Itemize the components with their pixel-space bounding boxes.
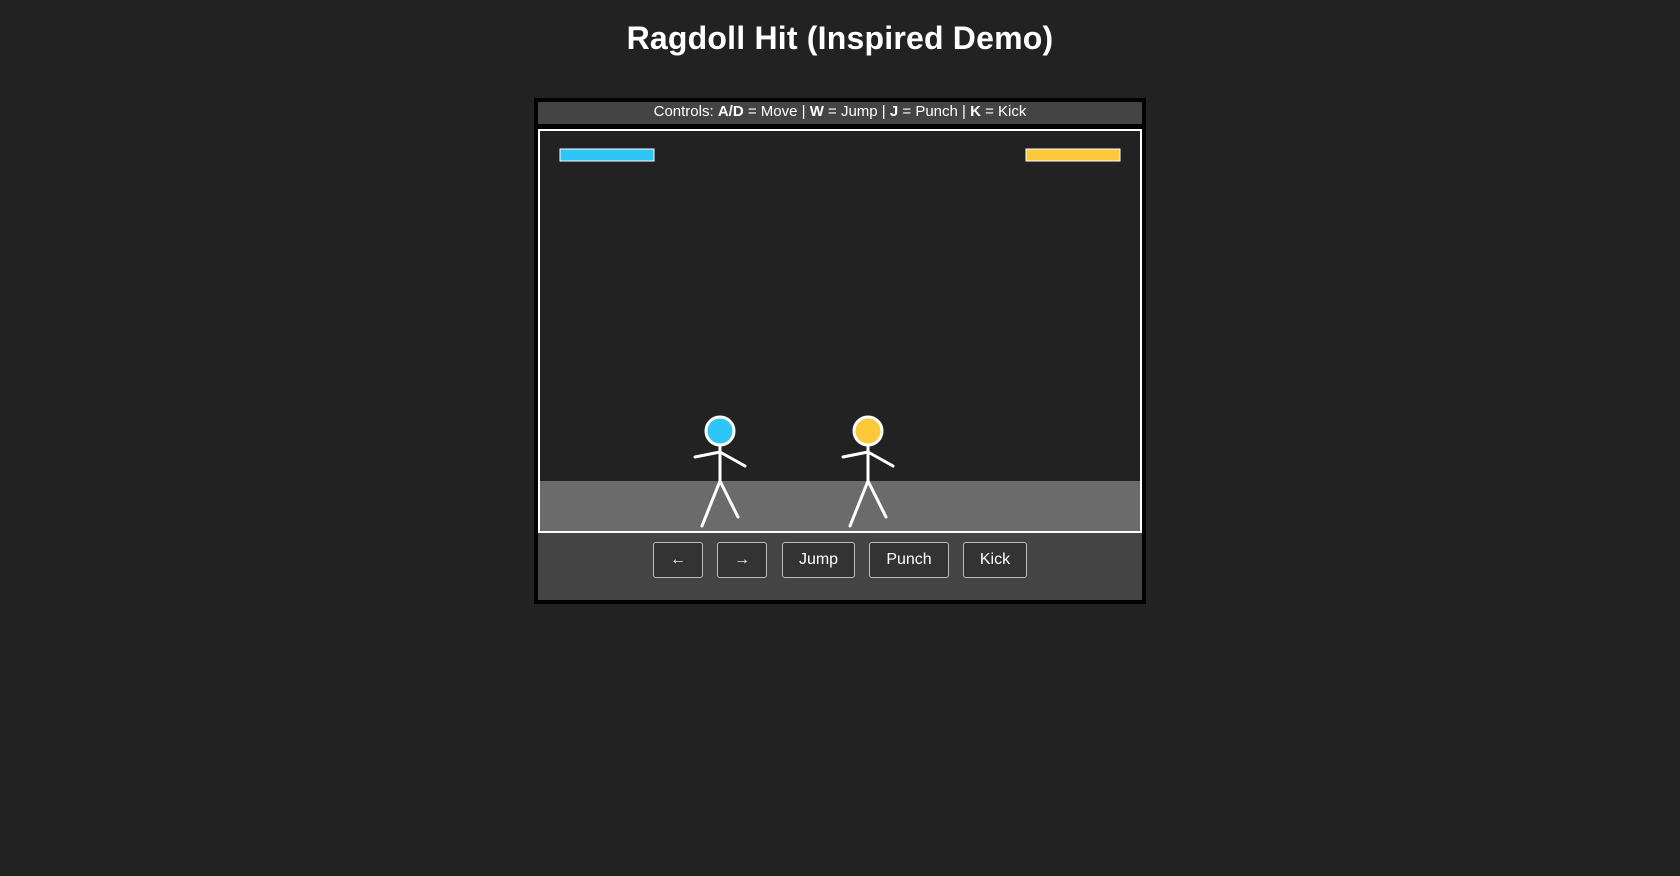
jump-text: = Jump |	[823, 103, 890, 120]
punch-button[interactable]: Punch	[869, 542, 949, 578]
arena-canvas	[540, 148, 1140, 531]
player-2-health-bar	[1025, 148, 1121, 162]
move-key: A/D	[717, 103, 744, 120]
controls-hint: Controls: A/D = Move | W = Jump | J = Pu…	[538, 102, 1142, 124]
game-frame: Controls: A/D = Move | W = Jump | J = Pu…	[534, 98, 1146, 604]
jump-key: W	[809, 103, 824, 120]
kick-button[interactable]: Kick	[963, 542, 1027, 578]
move-left-button[interactable]: ←	[653, 542, 703, 578]
controls-prefix: Controls:	[653, 103, 718, 120]
move-right-button[interactable]: →	[717, 542, 767, 578]
player-1-right-arm	[718, 450, 747, 468]
player-2-head	[852, 415, 884, 447]
game-arena[interactable]	[538, 129, 1142, 533]
punch-key: J	[889, 103, 899, 120]
punch-text: = Punch |	[898, 103, 971, 120]
jump-button[interactable]: Jump	[782, 542, 855, 578]
kick-key: K	[970, 103, 981, 120]
player-2-left-arm	[841, 450, 870, 459]
player-1-left-arm	[693, 450, 722, 459]
touch-controls: ← → Jump Punch Kick	[538, 533, 1142, 600]
kick-text: = Kick	[980, 103, 1027, 120]
ground	[540, 481, 1140, 531]
player-1-health-bar	[559, 148, 655, 162]
player-1-head	[704, 415, 736, 447]
move-text: = Move |	[743, 103, 810, 120]
page-title: Ragdoll Hit (Inspired Demo)	[626, 20, 1054, 56]
player-2-right-arm	[866, 450, 895, 468]
